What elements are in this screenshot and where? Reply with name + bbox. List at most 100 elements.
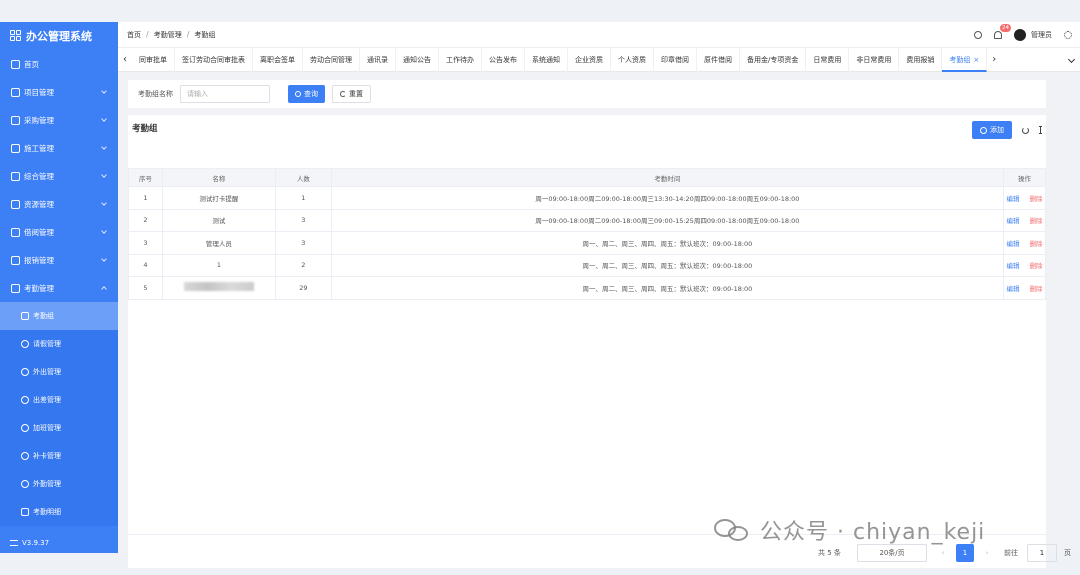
edit-link[interactable]: 编辑 xyxy=(1007,285,1020,293)
column-height-icon[interactable] xyxy=(1039,126,1042,134)
breadcrumb-home[interactable]: 首页 xyxy=(127,30,141,40)
tab-item[interactable]: 日常费用 xyxy=(806,47,850,72)
delete-link[interactable]: 删除 xyxy=(1030,285,1043,293)
version-label: V3.9.37 xyxy=(22,539,50,547)
tab-attendance-group[interactable]: 考勤组 × xyxy=(942,47,988,72)
delete-link[interactable]: 删除 xyxy=(1030,240,1043,248)
sidebar-subitem-detail[interactable]: 考勤明细 xyxy=(0,498,118,526)
sidebar-item-resource[interactable]: 资源管理 xyxy=(0,190,118,218)
detail-icon xyxy=(21,508,29,516)
edit-link[interactable]: 编辑 xyxy=(1007,262,1020,270)
cell-actions: 编辑 删除 xyxy=(1003,209,1046,232)
delete-link[interactable]: 删除 xyxy=(1030,195,1043,203)
sidebar-item-purchase[interactable]: 采购管理 xyxy=(0,106,118,134)
chevron-left-icon[interactable]: ‹ xyxy=(118,54,132,65)
page-size-select[interactable]: 20条/页 xyxy=(857,544,927,562)
search-icon[interactable] xyxy=(974,31,982,39)
sidebar-item-label: 借阅管理 xyxy=(24,227,54,237)
delete-link[interactable]: 删除 xyxy=(1030,217,1043,225)
chevron-down-icon xyxy=(101,228,107,234)
cell-count: 1 xyxy=(274,186,332,210)
tab-item[interactable]: 公告发布 xyxy=(482,47,525,72)
table-row: 2 测试 3 周一09:00-18:00周二09:00-18:00周三09:00… xyxy=(128,209,1046,232)
bell-icon[interactable]: 24 xyxy=(994,24,1011,39)
refresh-icon[interactable] xyxy=(1022,126,1029,134)
table-row: 3 管理人员 3 周一、周二、周三、周四、周五：默认班次：09:00-18:00… xyxy=(128,231,1046,255)
tab-item[interactable]: 通讯录 xyxy=(360,47,396,72)
sidebar-item-attendance[interactable]: 考勤管理 xyxy=(0,274,118,302)
brand[interactable]: 办公管理系统 xyxy=(0,22,118,50)
sidebar-item-home[interactable]: 首页 xyxy=(0,50,118,78)
app-frame: 办公管理系统 首页 项目管理 采购管理 施工管理 综合管理 资源管理 借阅管理 … xyxy=(0,22,1080,568)
app-title: 办公管理系统 xyxy=(26,30,92,43)
sidebar-item-borrow[interactable]: 借阅管理 xyxy=(0,218,118,246)
page-unit-label: 页 xyxy=(1064,549,1071,557)
cell-actions: 编辑 删除 xyxy=(1003,186,1046,210)
breadcrumb-attendance[interactable]: 考勤管理 xyxy=(154,30,182,40)
table-row: 4 1 2 周一、周二、周三、周四、周五：默认班次：09:00-18:00 编辑… xyxy=(128,254,1046,277)
sidebar-subitem-trip[interactable]: 出差管理 xyxy=(0,386,118,414)
tab-item[interactable]: 印章借阅 xyxy=(654,47,697,72)
sidebar-subitem-field[interactable]: 外勤管理 xyxy=(0,470,118,498)
group-name-input[interactable]: 请输入 xyxy=(180,85,270,103)
goto-page-input[interactable]: 1 xyxy=(1027,544,1057,562)
cell-actions: 编辑 删除 xyxy=(1003,276,1046,300)
delete-link[interactable]: 删除 xyxy=(1030,262,1043,270)
sidebar-item-label: 资源管理 xyxy=(24,199,54,209)
wechat-logo-icon xyxy=(714,517,752,543)
tab-item[interactable]: 备用金/专项资金 xyxy=(740,47,807,72)
sidebar-subitem-leave[interactable]: 请假管理 xyxy=(0,330,118,358)
trip-icon xyxy=(21,396,29,404)
cell-actions: 编辑 删除 xyxy=(1003,254,1046,277)
tab-item[interactable]: 通知公告 xyxy=(396,47,439,72)
gear-icon[interactable] xyxy=(1064,31,1072,39)
sidebar-item-general[interactable]: 综合管理 xyxy=(0,162,118,190)
user-menu[interactable]: 管理员 xyxy=(1014,29,1052,41)
tab-item[interactable]: 工作待办 xyxy=(439,47,482,72)
tab-item[interactable]: 劳动合同管理 xyxy=(303,47,360,72)
sidebar-subitem-card[interactable]: 补卡管理 xyxy=(0,442,118,470)
tab-item[interactable]: 个人资质 xyxy=(611,47,654,72)
sidebar-subitem-attendance-group[interactable]: 考勤组 xyxy=(0,302,118,330)
reset-button[interactable]: 重置 xyxy=(332,85,371,103)
edit-link[interactable]: 编辑 xyxy=(1007,217,1020,225)
edit-link[interactable]: 编辑 xyxy=(1007,195,1020,203)
search-button[interactable]: 查询 xyxy=(288,85,325,103)
tab-item[interactable]: 费用报销 xyxy=(899,47,943,72)
header-actions: 24 管理员 xyxy=(974,22,1072,48)
sidebar-item-label: 采购管理 xyxy=(24,115,54,125)
page-number-current[interactable]: 1 xyxy=(956,544,974,562)
tab-item[interactable]: 签订劳动合同审批表 xyxy=(175,47,253,72)
tab-item[interactable]: 企业资质 xyxy=(568,47,611,72)
top-header: 首页 / 考勤管理 / 考勤组 24 管理员 xyxy=(118,22,1080,48)
chevron-down-icon[interactable] xyxy=(1067,55,1076,64)
sidebar-item-project[interactable]: 项目管理 xyxy=(0,78,118,106)
sidebar-subitem-overtime[interactable]: 加班管理 xyxy=(0,414,118,442)
watermark-text: 公众号 · chiyan_keji xyxy=(760,520,986,545)
cell-index: 1 xyxy=(128,186,163,210)
add-button[interactable]: 添加 xyxy=(972,121,1012,139)
column-header: 序号 xyxy=(128,168,163,187)
prev-page-button[interactable]: ‹ xyxy=(934,544,952,562)
cell-count: 3 xyxy=(274,231,332,255)
edit-link[interactable]: 编辑 xyxy=(1007,240,1020,248)
purchase-icon xyxy=(11,115,20,125)
close-icon[interactable]: × xyxy=(973,56,979,64)
cell-time: 周一、周二、周三、周四、周五：默认班次：09:00-18:00 xyxy=(330,231,1005,255)
tab-item[interactable]: 系统通知 xyxy=(525,47,568,72)
version-info: V3.9.37 xyxy=(10,539,49,547)
table-row: 1 测试打卡提醒 1 周一09:00-18:00周二09:00-18:00周三1… xyxy=(128,186,1046,210)
tab-item[interactable]: 原件借阅 xyxy=(697,47,740,72)
sidebar-subitem-label: 外勤管理 xyxy=(33,480,61,488)
tab-item[interactable]: 同审批单 xyxy=(132,47,175,72)
next-page-button[interactable]: › xyxy=(978,544,996,562)
sidebar-subitem-outing[interactable]: 外出管理 xyxy=(0,358,118,386)
menu-toggle-icon[interactable] xyxy=(10,540,18,546)
field-icon xyxy=(21,480,29,488)
sidebar-item-label: 施工管理 xyxy=(24,143,54,153)
chevron-right-icon[interactable]: › xyxy=(987,54,1001,65)
tab-item[interactable]: 离职会签单 xyxy=(253,47,303,72)
sidebar-item-reimburse[interactable]: 报销管理 xyxy=(0,246,118,274)
sidebar-item-construction[interactable]: 施工管理 xyxy=(0,134,118,162)
tab-item[interactable]: 非日常费用 xyxy=(849,47,900,72)
